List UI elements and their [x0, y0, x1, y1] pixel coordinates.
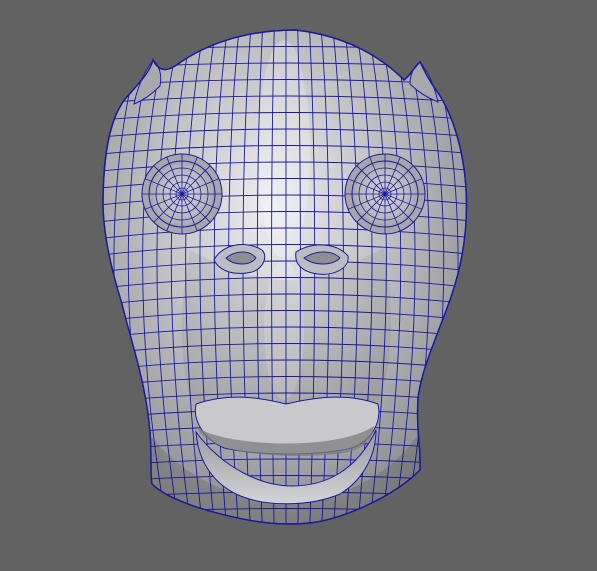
modeling-viewport[interactable]: [0, 0, 597, 571]
head-mesh[interactable]: [0, 0, 597, 571]
